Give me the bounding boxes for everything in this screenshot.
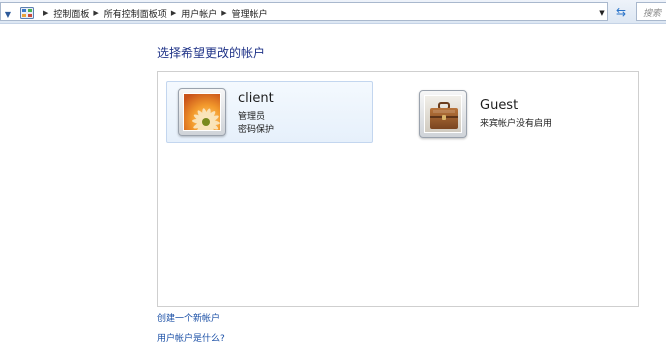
create-account-link[interactable]: 创建一个新帐户: [157, 311, 220, 324]
refresh-icon[interactable]: ⇆: [612, 3, 630, 20]
flower-avatar-icon: [184, 94, 220, 130]
address-history-dropdown-icon[interactable]: ▼: [597, 9, 607, 17]
account-type: 管理员: [238, 112, 266, 122]
avatar: [178, 88, 226, 136]
avatar: [419, 90, 467, 138]
account-name: Guest: [480, 98, 519, 113]
chevron-right-icon[interactable]: ▶: [221, 9, 226, 17]
search-input[interactable]: 搜索: [636, 2, 666, 21]
breadcrumb-manage-accounts[interactable]: 管理帐户: [232, 7, 268, 20]
chevron-right-icon[interactable]: ▶: [93, 9, 98, 17]
recent-pages-dropdown-icon[interactable]: ▼: [2, 8, 14, 20]
page-title: 选择希望更改的帐户: [157, 46, 266, 60]
account-password-status: 密码保护: [238, 125, 275, 135]
what-is-account-link[interactable]: 用户帐户是什么?: [157, 331, 225, 344]
breadcrumb-control-panel[interactable]: 控制面板: [53, 7, 89, 20]
briefcase-avatar-icon: [425, 96, 461, 132]
chevron-right-icon[interactable]: ▶: [43, 9, 48, 17]
account-tile-client[interactable]: client 管理员 密码保护: [166, 81, 373, 143]
accounts-list: client 管理员 密码保护 Guest 来宾帐户没有启用: [157, 71, 639, 307]
address-box[interactable]: ▼ ▶ 控制面板 ▶ 所有控制面板项 ▶ 用户帐户 ▶ 管理帐户 ▼: [0, 2, 608, 21]
account-tile-guest[interactable]: Guest 来宾帐户没有启用: [413, 86, 613, 148]
breadcrumb-user-accounts[interactable]: 用户帐户: [181, 7, 217, 20]
control-panel-icon: [20, 7, 34, 19]
address-bar: ▼ ▶ 控制面板 ▶ 所有控制面板项 ▶ 用户帐户 ▶ 管理帐户 ▼ ⇆ 搜索: [0, 0, 666, 24]
account-name: client: [238, 91, 274, 106]
account-status: 来宾帐户没有启用: [480, 119, 553, 129]
breadcrumb: ▶ 控制面板 ▶ 所有控制面板项 ▶ 用户帐户 ▶ 管理帐户: [39, 6, 268, 20]
breadcrumb-all-items[interactable]: 所有控制面板项: [104, 7, 167, 20]
chevron-right-icon[interactable]: ▶: [171, 9, 176, 17]
